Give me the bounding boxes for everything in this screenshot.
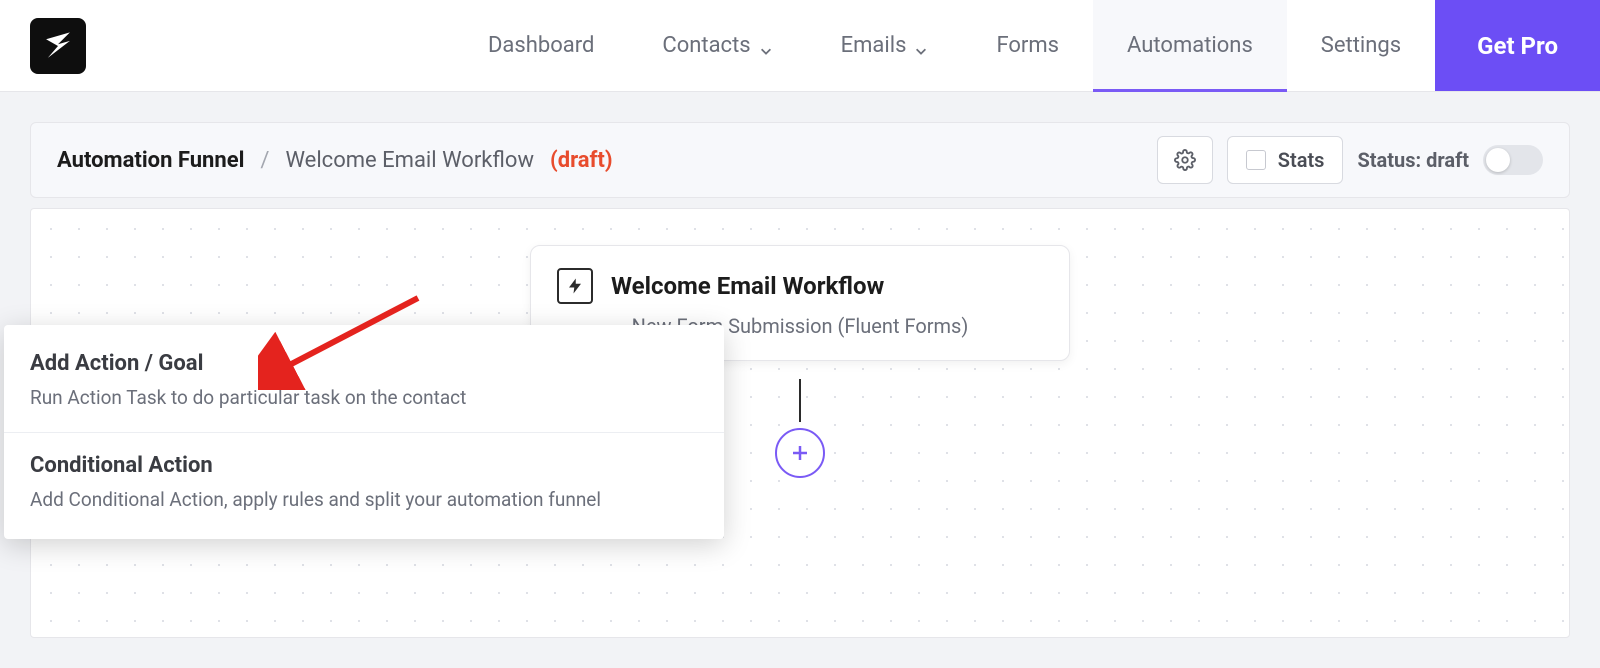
status-toggle[interactable] — [1483, 145, 1543, 175]
bolt-icon — [557, 268, 593, 304]
popover-item-conditional[interactable]: Conditional Action Add Conditional Actio… — [4, 432, 724, 534]
add-step-button[interactable] — [775, 428, 825, 478]
breadcrumb-root[interactable]: Automation Funnel — [57, 148, 244, 173]
draft-tag: (draft) — [550, 148, 613, 173]
get-pro-button[interactable]: Get Pro — [1435, 0, 1600, 91]
trigger-title: Welcome Email Workflow — [611, 272, 884, 300]
app-logo — [30, 18, 86, 74]
edge-line — [799, 379, 801, 433]
stats-button[interactable]: Stats — [1227, 136, 1344, 184]
nav-forms[interactable]: Forms — [962, 0, 1093, 91]
nav-label: Settings — [1321, 33, 1401, 58]
nav-dashboard[interactable]: Dashboard — [454, 0, 628, 91]
subheader-actions: Stats Status: draft — [1157, 136, 1543, 184]
settings-button[interactable] — [1157, 136, 1213, 184]
nav-label: Automations — [1127, 33, 1253, 58]
popover-item-add-action[interactable]: Add Action / Goal Run Action Task to do … — [4, 331, 724, 432]
breadcrumb-separator: / — [260, 148, 269, 173]
popover-item-title: Add Action / Goal — [30, 351, 698, 376]
nav-label: Contacts — [662, 33, 750, 58]
status-label: Status: draft — [1357, 148, 1469, 172]
plus-icon — [788, 441, 812, 465]
chevron-down-icon — [759, 39, 773, 53]
add-step-popover: Add Action / Goal Run Action Task to do … — [4, 325, 724, 539]
nav-settings[interactable]: Settings — [1287, 0, 1435, 91]
stats-checkbox[interactable] — [1246, 150, 1266, 170]
gear-icon — [1174, 149, 1196, 171]
breadcrumb: Automation Funnel / Welcome Email Workfl… — [57, 148, 613, 173]
stats-label: Stats — [1278, 148, 1325, 172]
nav-emails[interactable]: Emails — [807, 0, 963, 91]
nav-automations[interactable]: Automations — [1093, 0, 1287, 91]
nav-label: Forms — [996, 33, 1059, 58]
popover-item-desc: Add Conditional Action, apply rules and … — [30, 486, 698, 514]
top-nav: Dashboard Contacts Emails Forms Automati… — [0, 0, 1600, 92]
nav-contacts[interactable]: Contacts — [628, 0, 806, 91]
nav-label: Emails — [841, 33, 907, 58]
nav-label: Dashboard — [488, 33, 594, 58]
nav-items: Dashboard Contacts Emails Forms Automati… — [454, 0, 1600, 91]
chevron-down-icon — [914, 39, 928, 53]
get-pro-label: Get Pro — [1477, 32, 1558, 60]
popover-item-desc: Run Action Task to do particular task on… — [30, 384, 698, 412]
breadcrumb-current: Welcome Email Workflow — [285, 148, 534, 173]
subheader: Automation Funnel / Welcome Email Workfl… — [30, 122, 1570, 198]
popover-item-title: Conditional Action — [30, 453, 698, 478]
